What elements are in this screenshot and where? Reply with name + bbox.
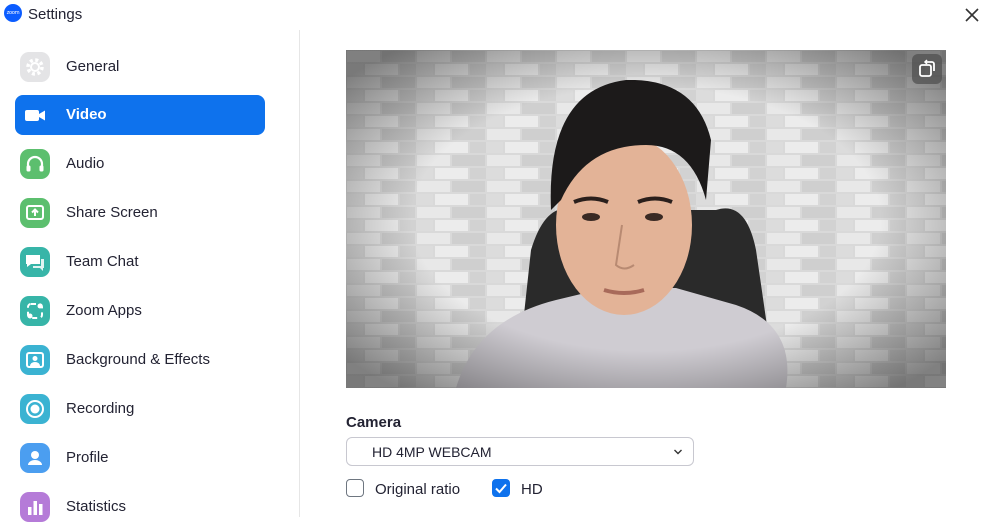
sidebar-item-label: Share Screen bbox=[66, 204, 158, 221]
sidebar-item-label: Statistics bbox=[66, 498, 127, 515]
sidebar-item-audio[interactable]: Audio bbox=[15, 144, 265, 184]
sidebar-item-background-effects[interactable]: Background & Effects bbox=[15, 340, 265, 380]
camera-select[interactable]: HD 4MP WEBCAM bbox=[346, 437, 694, 466]
sidebar-item-zoom-apps[interactable]: Zoom Apps bbox=[15, 291, 265, 331]
chevron-down-icon bbox=[674, 449, 682, 455]
sidebar-item-label: Zoom Apps bbox=[66, 302, 142, 319]
sidebar-item-general[interactable]: General bbox=[15, 47, 265, 87]
sidebar-item-share-screen[interactable]: Share Screen bbox=[15, 193, 265, 233]
sidebar-item-team-chat[interactable]: Team Chat bbox=[15, 242, 265, 282]
sidebar-item-video[interactable]: Video bbox=[15, 95, 265, 135]
original-ratio-label: Original ratio bbox=[375, 481, 461, 498]
hd-label: HD bbox=[521, 481, 543, 498]
close-button[interactable] bbox=[962, 5, 982, 25]
sidebar-item-label: Background & Effects bbox=[66, 351, 210, 368]
settings-sidebar: General Video Audio Share Screen Team Ch… bbox=[0, 30, 300, 522]
camera-preview bbox=[346, 50, 946, 388]
sidebar-item-label: Video bbox=[66, 106, 107, 123]
profile-icon bbox=[20, 443, 50, 473]
sidebar-item-label: Profile bbox=[66, 449, 109, 466]
headphones-icon bbox=[20, 149, 50, 179]
rotate-camera-button[interactable] bbox=[912, 54, 942, 84]
camera-label: Camera bbox=[346, 414, 402, 431]
sidebar-item-label: Recording bbox=[66, 400, 135, 417]
sidebar-item-statistics[interactable]: Statistics bbox=[15, 487, 265, 527]
sidebar-item-profile[interactable]: Profile bbox=[15, 438, 265, 478]
zoom-logo: zoom bbox=[4, 4, 22, 22]
rotate-icon bbox=[919, 59, 935, 77]
recording-icon bbox=[20, 394, 50, 424]
close-icon bbox=[965, 8, 979, 22]
sidebar-item-recording[interactable]: Recording bbox=[15, 389, 265, 429]
share-screen-icon bbox=[20, 198, 50, 228]
checkmark-icon bbox=[495, 483, 507, 494]
apps-icon bbox=[20, 296, 50, 326]
video-camera-icon bbox=[20, 100, 50, 130]
gear-icon bbox=[20, 52, 50, 82]
sidebar-item-label: Team Chat bbox=[66, 253, 139, 270]
original-ratio-checkbox[interactable] bbox=[346, 479, 364, 497]
statistics-icon bbox=[20, 492, 50, 522]
hd-checkbox[interactable] bbox=[492, 479, 510, 497]
chat-icon bbox=[20, 247, 50, 277]
title-bar: zoom Settings bbox=[0, 0, 984, 30]
sidebar-item-label: General bbox=[66, 58, 120, 75]
background-icon bbox=[20, 345, 50, 375]
camera-preview-image bbox=[346, 50, 946, 388]
sidebar-item-label: Audio bbox=[66, 155, 105, 172]
window-title: Settings bbox=[28, 6, 83, 23]
camera-select-value: HD 4MP WEBCAM bbox=[372, 444, 492, 460]
